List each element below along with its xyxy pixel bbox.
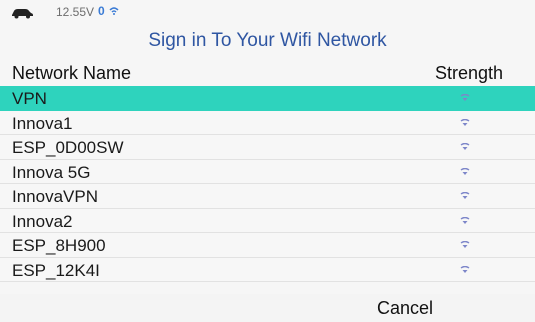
network-name: ESP_12K4I <box>12 260 100 280</box>
wifi-signal-icon <box>460 143 470 150</box>
network-row[interactable]: ESP_8H900 <box>0 233 535 258</box>
bluetooth-badge: 0 <box>98 4 105 18</box>
wifi-signal-icon <box>460 241 470 248</box>
wifi-signal-icon <box>460 118 470 126</box>
wifi-signal-icon <box>460 192 470 199</box>
network-name: Innova 5G <box>12 162 91 182</box>
network-row[interactable]: ESP_0D00SW <box>0 135 535 160</box>
network-row[interactable]: Innova1 <box>0 110 535 135</box>
network-row[interactable]: InnovaVPN <box>0 184 535 209</box>
network-name: ESP_8H900 <box>12 236 106 255</box>
wifi-signal-icon <box>460 94 470 101</box>
wifi-signal-icon <box>460 167 470 175</box>
network-row[interactable]: Innova 5G <box>0 159 535 184</box>
status-icons: 0 <box>98 4 119 18</box>
car-icon <box>12 9 33 19</box>
network-row[interactable]: ESP_12K4I <box>0 257 535 282</box>
network-list: VPN Innova1 ESP_0D00SW Innova 5G InnovaVPN In… <box>0 86 535 282</box>
wifi-icon <box>109 7 119 15</box>
column-header-strength: Strength <box>434 63 503 83</box>
network-row[interactable]: Innova2 <box>0 208 535 233</box>
battery-voltage: 12.55V <box>56 5 95 19</box>
network-name: VPN <box>12 89 47 108</box>
network-name: ESP_0D00SW <box>12 138 124 157</box>
network-name: InnovaVPN <box>12 187 98 206</box>
dialog-title: Sign in To Your Wifi Network <box>148 30 387 51</box>
wifi-network-dialog: 12.55V 0 Sign in To Your Wifi Network Ne… <box>0 0 535 322</box>
network-name: Innova2 <box>12 211 73 231</box>
wifi-signal-icon <box>460 216 470 224</box>
cancel-button[interactable]: Cancel <box>280 294 530 322</box>
network-row[interactable]: VPN <box>0 86 535 111</box>
dialog-footer: Cancel <box>0 294 535 322</box>
column-header-network-name: Network Name <box>12 63 132 83</box>
list-header: Network Name Strength <box>0 58 535 86</box>
network-name: Innova1 <box>12 113 73 133</box>
status-bar: 12.55V 0 <box>0 0 535 26</box>
wifi-signal-icon <box>460 265 470 273</box>
